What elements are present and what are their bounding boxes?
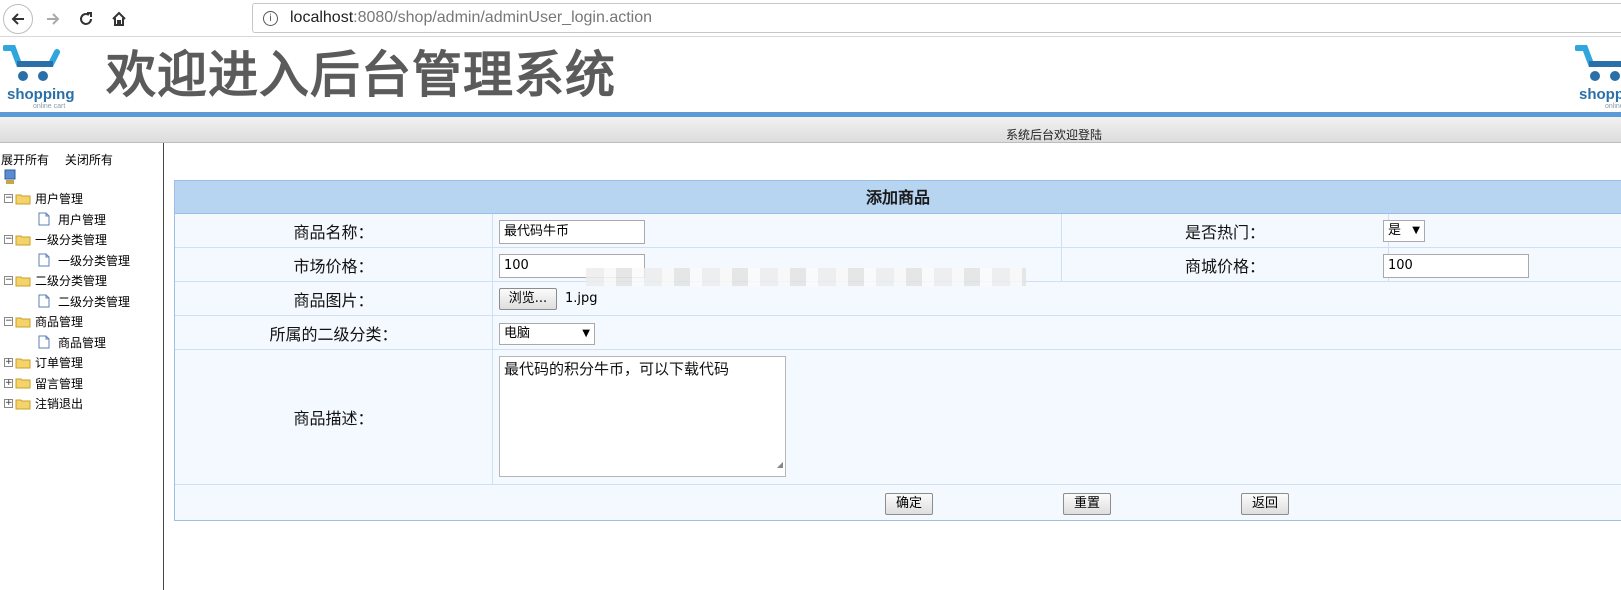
tree-folder-label[interactable]: 一级分类管理: [35, 231, 107, 248]
tree-folder-label[interactable]: 商品管理: [35, 313, 83, 330]
is-hot-value: 是: [1388, 223, 1402, 238]
tree-folder-label[interactable]: 注销退出: [35, 395, 83, 412]
tree-folder-1[interactable]: − 一级分类管理: [0, 230, 107, 249]
tree-toggle-icon[interactable]: +: [4, 399, 13, 408]
document-icon: [24, 253, 58, 267]
description-label: 商品描述：: [175, 350, 493, 484]
tree-item-3-0[interactable]: 商品管理: [24, 333, 106, 352]
url-path: :8080/shop/admin/adminUser_login.action: [353, 9, 653, 26]
logo-text-right: shopping: [1579, 86, 1621, 103]
resize-handle-icon[interactable]: ◢: [777, 455, 783, 475]
document-icon: [24, 335, 58, 349]
tree-folder-0[interactable]: − 用户管理: [0, 189, 83, 208]
dropdown-arrow-icon: ▼: [1412, 225, 1420, 236]
logo-subtext-right: online cart: [1605, 103, 1621, 110]
forward-arrow-icon[interactable]: [38, 4, 68, 34]
tree-item-1-0[interactable]: 一级分类管理: [24, 251, 130, 270]
tree-item-label[interactable]: 一级分类管理: [58, 252, 130, 269]
product-name-label: 商品名称：: [175, 214, 493, 247]
back-arrow-icon[interactable]: [3, 4, 33, 34]
expand-all-link[interactable]: 展开所有: [1, 153, 49, 167]
selected-file-name: 1.jpg: [565, 291, 598, 306]
tree-item-label[interactable]: 用户管理: [58, 211, 106, 228]
form-row-category: 所属的二级分类： 电脑 ▼: [175, 316, 1621, 350]
redacted-area: [586, 268, 1026, 286]
shopping-cart-logo: shopping online cart: [2, 42, 79, 110]
tree-folder-3[interactable]: − 商品管理: [0, 312, 83, 331]
tree-item-label[interactable]: 二级分类管理: [58, 293, 130, 310]
site-header: shopping online cart 欢迎进入后台管理系统 shopping…: [0, 38, 1621, 112]
address-bar[interactable]: i localhost:8080/shop/admin/adminUser_lo…: [252, 3, 1621, 33]
category-select[interactable]: 电脑 ▼: [499, 323, 595, 345]
sidebar-tree: 展开所有 关闭所有 − 用户管理 用户管理 − 一级分类管理 一级分类管理 − 二级分类管理二…: [0, 143, 164, 590]
confirm-button[interactable]: 确定: [885, 493, 933, 515]
back-button[interactable]: 返回: [1241, 493, 1289, 515]
description-text: 最代码的积分牛币，可以下载代码: [504, 360, 730, 378]
welcome-text: 系统后台欢迎登陆: [1006, 128, 1103, 142]
market-price-label: 市场价格：: [175, 248, 493, 281]
form-row-name: 商品名称： 最代码牛币 是否热门： 是 ▼: [175, 214, 1621, 248]
folder-icon: [15, 316, 35, 328]
is-hot-label: 是否热门：: [1061, 214, 1389, 247]
description-textarea[interactable]: 最代码的积分牛币，可以下载代码 ◢: [499, 356, 786, 477]
tree-toggle-icon[interactable]: −: [4, 317, 13, 326]
tree-item-label[interactable]: 商品管理: [58, 334, 106, 351]
is-hot-select[interactable]: 是 ▼: [1383, 220, 1425, 242]
folder-icon: [15, 398, 35, 410]
shop-price-label: 商城价格：: [1061, 248, 1389, 281]
tree-controls: 展开所有 关闭所有: [1, 151, 125, 168]
collapse-all-link[interactable]: 关闭所有: [65, 153, 113, 167]
info-icon[interactable]: i: [263, 10, 278, 26]
folder-icon: [15, 234, 35, 246]
shop-price-input[interactable]: 100: [1383, 254, 1529, 278]
document-icon: [24, 294, 58, 308]
tree-folder-2[interactable]: − 二级分类管理: [0, 271, 107, 290]
folder-icon: [15, 193, 35, 205]
dropdown-arrow-icon: ▼: [582, 328, 590, 339]
tree-folder-4[interactable]: + 订单管理: [0, 353, 83, 372]
tree-folder-label[interactable]: 用户管理: [35, 190, 83, 207]
home-icon[interactable]: [104, 4, 134, 34]
form-row-description: 商品描述： 最代码的积分牛币，可以下载代码 ◢: [175, 350, 1621, 485]
folder-icon: [15, 377, 35, 389]
browser-toolbar: i localhost:8080/shop/admin/adminUser_lo…: [0, 0, 1621, 37]
category-label: 所属的二级分类：: [175, 316, 493, 349]
tree-toggle-icon[interactable]: −: [4, 235, 13, 244]
tree-folder-label[interactable]: 二级分类管理: [35, 272, 107, 289]
category-value: 电脑: [504, 326, 531, 341]
logo-subtext: online cart: [33, 103, 66, 110]
url-host: localhost: [290, 9, 354, 26]
tree-folder-label[interactable]: 留言管理: [35, 375, 83, 392]
folder-icon: [15, 357, 35, 369]
add-product-form: 添加商品 商品名称： 最代码牛币 是否热门： 是 ▼ 市场价格： 100 商城价…: [174, 180, 1621, 521]
shopping-cart-logo-right: shopping online cart: [1574, 42, 1621, 110]
tree-toggle-icon[interactable]: −: [4, 276, 13, 285]
form-title: 添加商品: [175, 181, 1621, 214]
reload-icon[interactable]: [71, 4, 101, 34]
tree-folder-5[interactable]: + 留言管理: [0, 374, 83, 393]
reset-button[interactable]: 重置: [1063, 493, 1111, 515]
tree-folder-6[interactable]: + 注销退出: [0, 394, 83, 413]
tree-item-0-0[interactable]: 用户管理: [24, 210, 106, 229]
welcome-bar: 系统后台欢迎登陆: [0, 117, 1621, 143]
tree-toggle-icon[interactable]: +: [4, 378, 13, 388]
tree-toggle-icon[interactable]: +: [4, 358, 13, 367]
product-name-input[interactable]: 最代码牛币: [499, 220, 645, 244]
folder-icon: [15, 275, 35, 287]
server-icon: [4, 169, 16, 185]
document-icon: [24, 212, 58, 226]
form-row-actions: 确定 重置 返回: [175, 485, 1621, 521]
logo-text: shopping: [7, 86, 75, 103]
tree-folder-label[interactable]: 订单管理: [35, 354, 83, 371]
browse-button[interactable]: 浏览...: [499, 288, 557, 310]
product-image-label: 商品图片：: [175, 282, 493, 315]
tree-item-2-0[interactable]: 二级分类管理: [24, 292, 130, 311]
form-row-image: 商品图片： 浏览... 1.jpg: [175, 282, 1621, 316]
tree-toggle-icon[interactable]: −: [4, 194, 13, 203]
page-title: 欢迎进入后台管理系统: [106, 46, 616, 104]
